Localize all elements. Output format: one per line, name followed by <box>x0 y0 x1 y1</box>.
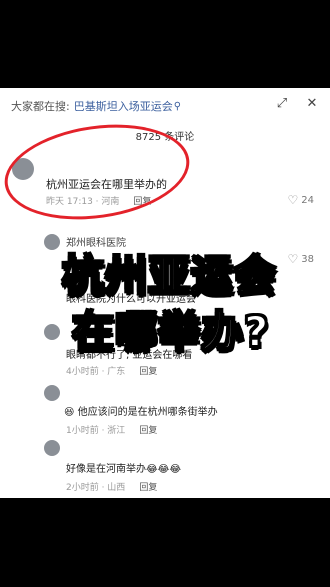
close-icon[interactable]: ✕ <box>304 96 320 112</box>
avatar[interactable] <box>44 440 60 456</box>
comment-time: 1小时前 · 浙江 <box>66 426 126 436</box>
overlay-caption-line2: 在哪举办? <box>71 306 270 357</box>
fullscreen-icon[interactable]: ⤢ <box>274 96 290 112</box>
comment-text: 😆 他应该问的是在杭州哪条街举办 <box>64 403 218 418</box>
comments-screen: 大家都在搜: 巴基斯坦入场亚运会 ⚲ ⤢ ✕ 8725 条评论 杭州亚运会在哪里… <box>0 88 330 498</box>
comment-text-body: 好像是在河南举办 <box>66 464 146 475</box>
comment-text-body: 他应该问的是在杭州哪条街举办 <box>77 407 218 418</box>
laugh-emoji-icon: 😆 <box>64 407 75 418</box>
tears-of-joy-emoji-icon: 😂😂😂 <box>146 464 182 475</box>
heart-icon: ♡ <box>287 193 299 207</box>
comment-time: 2小时前 · 山西 <box>66 483 126 493</box>
like-count: 24 <box>301 194 314 206</box>
comment-text: 好像是在河南举办😂😂😂 <box>66 460 181 475</box>
search-label: 大家都在搜: <box>11 100 70 113</box>
like-count: 38 <box>301 253 314 265</box>
heart-icon: ♡ <box>287 252 299 266</box>
avatar[interactable] <box>44 234 60 250</box>
comment-meta: 1小时前 · 浙江 回复 <box>66 423 157 436</box>
reply-button[interactable]: 回复 <box>139 426 157 436</box>
avatar[interactable] <box>44 385 60 401</box>
reply-button[interactable]: 回复 <box>139 367 157 377</box>
top-icons: ⤢ ✕ <box>274 96 320 112</box>
search-icon: ⚲ <box>173 100 182 112</box>
comment-time: 4小时前 · 广东 <box>66 367 126 377</box>
reply-button[interactable]: 回复 <box>139 483 157 493</box>
comment-meta: 4小时前 · 广东 回复 <box>66 364 157 377</box>
avatar[interactable] <box>44 324 60 340</box>
overlay-caption-line1: 杭州亚运会 <box>61 250 278 301</box>
search-term[interactable]: 巴基斯坦入场亚运会 <box>74 98 173 114</box>
like-button[interactable]: ♡ 24 <box>288 193 315 207</box>
like-button[interactable]: ♡ 38 <box>288 252 315 266</box>
comment-meta: 2小时前 · 山西 回复 <box>66 480 157 493</box>
